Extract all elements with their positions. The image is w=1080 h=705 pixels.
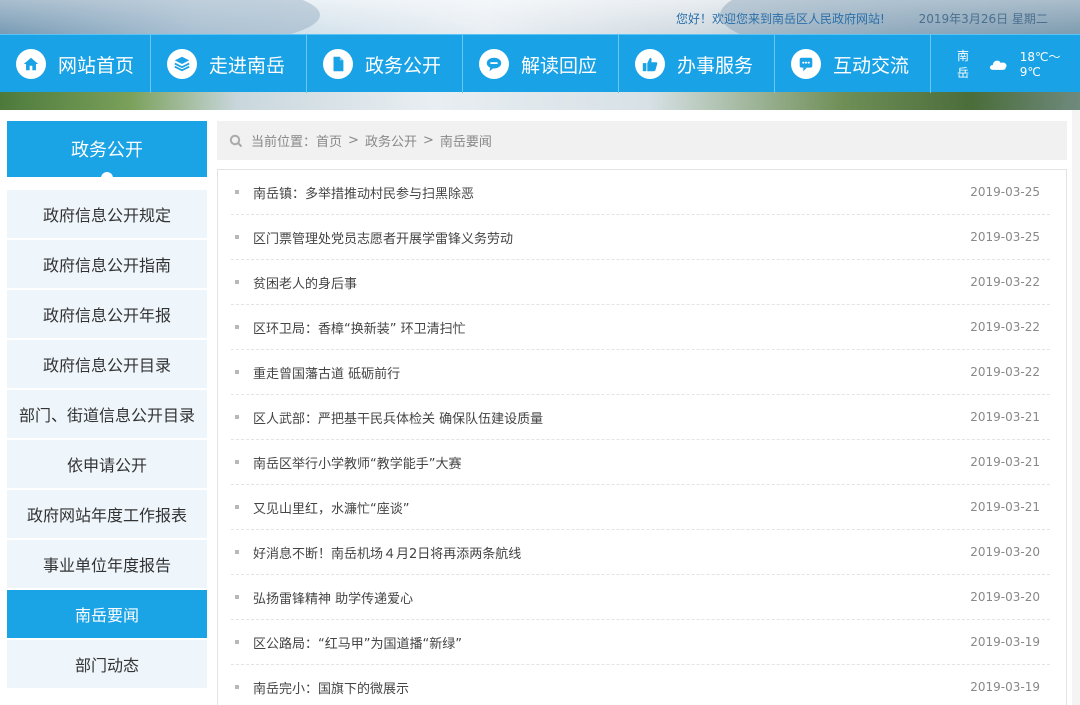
news-row: 区人武部：严把基干民兵体检关 确保队伍建设质量 2019-03-21 [231, 395, 1050, 440]
bullet-icon [235, 640, 239, 644]
main-content: 当前位置： 首页 > 政务公开 > 南岳要闻 南岳镇：多举措推动村民参与扫黑除恶… [217, 121, 1067, 705]
news-title-link[interactable]: 弘扬雷锋精神 助学传递爱心 [253, 588, 960, 607]
news-title-link[interactable]: 南岳区举行小学教师“教学能手”大赛 [253, 453, 960, 472]
news-date: 2019-03-21 [970, 500, 1040, 514]
news-title-link[interactable]: 重走曾国藩古道 砥砺前行 [253, 363, 960, 382]
news-title-link[interactable]: 区人武部：严把基干民兵体检关 确保队伍建设质量 [253, 408, 960, 427]
nav-label: 互动交流 [833, 54, 910, 77]
welcome-bar: 您好！欢迎您来到南岳区人民政府网站! 2019年3月26日 星期二 [676, 10, 1048, 28]
nav-item-about[interactable]: 走进南岳 [151, 35, 307, 93]
news-title-link[interactable]: 贫困老人的身后事 [253, 273, 960, 292]
document-icon [323, 49, 353, 79]
nav-label: 政务公开 [365, 54, 442, 77]
news-date: 2019-03-25 [970, 185, 1040, 199]
news-list: 南岳镇：多举措推动村民参与扫黑除恶 2019-03-25 区门票管理处党员志愿者开… [217, 169, 1067, 705]
bullet-icon [235, 415, 239, 419]
cloud-icon [990, 60, 1007, 70]
bullet-icon [235, 370, 239, 374]
current-date: 2019年3月26日 星期二 [918, 12, 1048, 26]
news-row: 区门票管理处党员志愿者开展学雷锋义务劳动 2019-03-25 [231, 215, 1050, 260]
chat-icon [791, 49, 821, 79]
news-date: 2019-03-21 [970, 410, 1040, 424]
news-row: 弘扬雷锋精神 助学传递爱心 2019-03-20 [231, 575, 1050, 620]
news-date: 2019-03-20 [970, 590, 1040, 604]
sidebar-item-website-report[interactable]: 政府网站年度工作报表 [7, 490, 207, 540]
news-row: 贫困老人的身后事 2019-03-22 [231, 260, 1050, 305]
news-title-link[interactable]: 好消息不断！南岳机场４月2日将再添两条航线 [253, 543, 960, 562]
sidebar-item-institution-report[interactable]: 事业单位年度报告 [7, 540, 207, 590]
sidebar-item-dept-catalog[interactable]: 部门、街道信息公开目录 [7, 390, 207, 440]
weather-widget: 南岳 18℃～9℃ [931, 35, 1080, 92]
nav-item-interaction[interactable]: 互动交流 [775, 35, 931, 93]
layers-icon [167, 49, 197, 79]
scenery-strip [0, 92, 1080, 110]
news-date: 2019-03-19 [970, 635, 1040, 649]
news-row: 区环卫局：香樟“换新装” 环卫清扫忙 2019-03-22 [231, 305, 1050, 350]
sidebar-item-disclosure-catalog[interactable]: 政府信息公开目录 [7, 340, 207, 390]
bullet-icon [235, 505, 239, 509]
bullet-icon [235, 460, 239, 464]
nav-item-gov-affairs[interactable]: 政务公开 [307, 35, 463, 93]
bullet-icon [235, 685, 239, 689]
sidebar-item-dept-news[interactable]: 部门动态 [7, 640, 207, 690]
breadcrumb-home[interactable]: 首页 [316, 131, 342, 150]
news-row: 区公路局：“红马甲”为国道播“新绿” 2019-03-19 [231, 620, 1050, 665]
news-date: 2019-03-22 [970, 365, 1040, 379]
sidebar-title: 政务公开 [7, 121, 207, 178]
main-nav: 网站首页 走进南岳 政务公开 解读回应 办事服务 互动交流 南岳 18℃～9℃ [0, 34, 1080, 93]
bullet-icon [235, 280, 239, 284]
breadcrumb: 当前位置： 首页 > 政务公开 > 南岳要闻 [217, 121, 1067, 160]
news-date: 2019-03-21 [970, 455, 1040, 469]
sidebar-item-nanyue-news[interactable]: 南岳要闻 [7, 590, 207, 640]
weather-temp: 18℃～9℃ [1019, 50, 1061, 79]
news-date: 2019-03-22 [970, 275, 1040, 289]
sidebar-item-on-request[interactable]: 依申请公开 [7, 440, 207, 490]
news-row: 南岳区举行小学教师“教学能手”大赛 2019-03-21 [231, 440, 1050, 485]
breadcrumb-prefix: 当前位置： [251, 135, 317, 150]
nav-label: 网站首页 [58, 54, 135, 77]
news-row: 好消息不断！南岳机场４月2日将再添两条航线 2019-03-20 [231, 530, 1050, 575]
breadcrumb-gov-affairs[interactable]: 政务公开 [365, 131, 417, 150]
news-date: 2019-03-20 [970, 545, 1040, 559]
news-row: 南岳完小：国旗下的微展示 2019-03-19 [231, 665, 1050, 705]
bullet-icon [235, 550, 239, 554]
nav-item-interpret[interactable]: 解读回应 [463, 35, 619, 93]
news-row: 又见山里红，水濂忙“座谈” 2019-03-21 [231, 485, 1050, 530]
speech-bubble-icon [479, 49, 509, 79]
thumbs-up-icon [635, 49, 665, 79]
welcome-text: 您好！欢迎您来到南岳区人民政府网站! [676, 12, 885, 26]
news-title-link[interactable]: 区环卫局：香樟“换新装” 环卫清扫忙 [253, 318, 960, 337]
news-title-link[interactable]: 区公路局：“红马甲”为国道播“新绿” [253, 633, 960, 652]
nav-item-home[interactable]: 网站首页 [0, 35, 151, 93]
news-title-link[interactable]: 南岳镇：多举措推动村民参与扫黑除恶 [253, 183, 960, 202]
nav-item-services[interactable]: 办事服务 [619, 35, 775, 93]
home-icon [16, 49, 46, 79]
breadcrumb-current[interactable]: 南岳要闻 [440, 131, 492, 150]
bullet-icon [235, 235, 239, 239]
news-row: 南岳镇：多举措推动村民参与扫黑除恶 2019-03-25 [231, 170, 1050, 215]
breadcrumb-separator: > [422, 133, 434, 148]
news-date: 2019-03-25 [970, 230, 1040, 244]
bullet-icon [235, 190, 239, 194]
news-row: 重走曾国藩古道 砥砺前行 2019-03-22 [231, 350, 1050, 395]
news-date: 2019-03-22 [970, 320, 1040, 334]
page-scrollbar[interactable] [1072, 110, 1080, 705]
sidebar-item-disclosure-guide[interactable]: 政府信息公开指南 [7, 240, 207, 290]
sidebar-item-disclosure-rules[interactable]: 政府信息公开规定 [7, 190, 207, 240]
news-title-link[interactable]: 区门票管理处党员志愿者开展学雷锋义务劳动 [253, 228, 960, 247]
weather-city: 南岳 [957, 48, 970, 80]
nav-label: 走进南岳 [209, 54, 286, 77]
bullet-icon [235, 595, 239, 599]
nav-label: 解读回应 [521, 54, 598, 77]
news-date: 2019-03-19 [970, 680, 1040, 694]
search-icon [229, 134, 243, 147]
news-title-link[interactable]: 南岳完小：国旗下的微展示 [253, 678, 960, 697]
news-title-link[interactable]: 又见山里红，水濂忙“座谈” [253, 498, 960, 517]
sidebar-item-annual-report[interactable]: 政府信息公开年报 [7, 290, 207, 340]
bullet-icon [235, 325, 239, 329]
nav-label: 办事服务 [677, 54, 754, 77]
sidebar: 政务公开 政府信息公开规定 政府信息公开指南 政府信息公开年报 政府信息公开目录… [7, 121, 207, 690]
breadcrumb-separator: > [348, 133, 359, 148]
